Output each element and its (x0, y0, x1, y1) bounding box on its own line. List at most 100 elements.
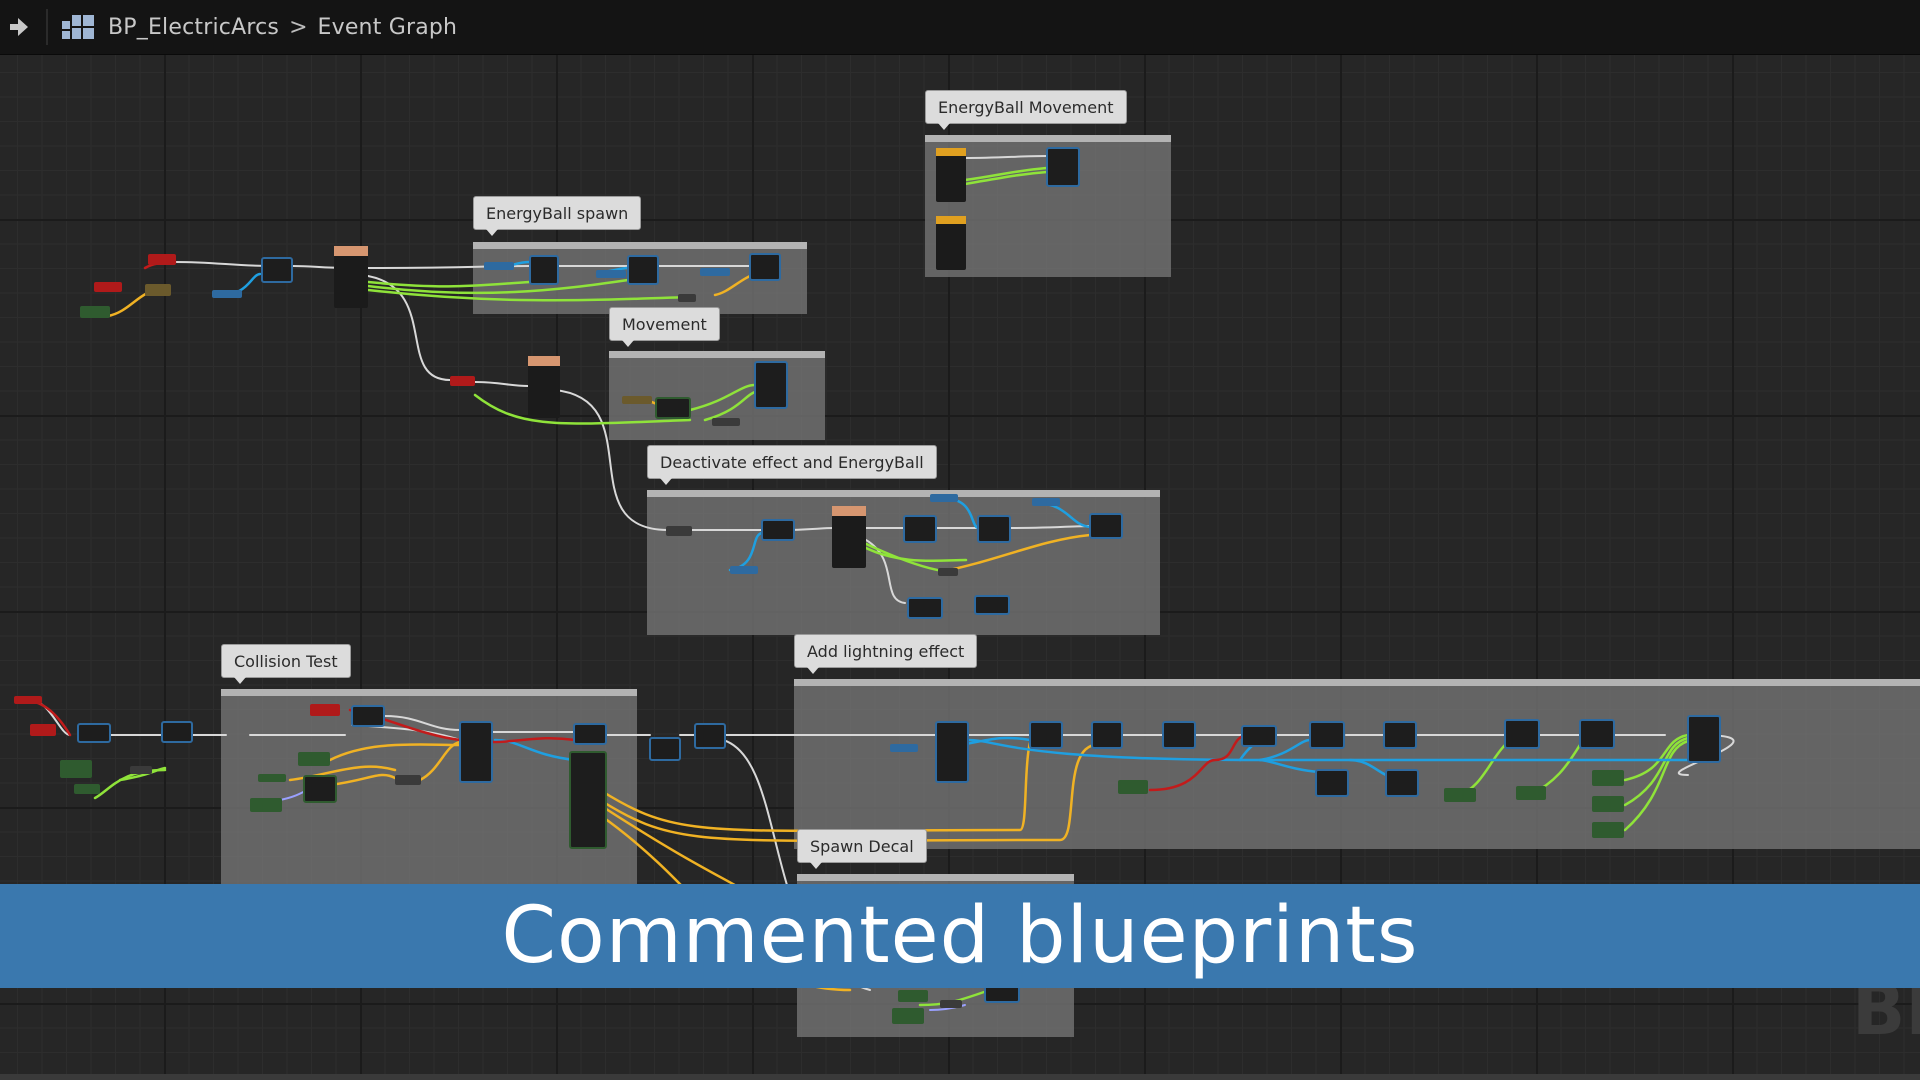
function-node[interactable] (649, 737, 681, 761)
function-node[interactable] (77, 723, 111, 743)
function-node[interactable] (573, 723, 607, 745)
variable-node[interactable] (1516, 786, 1546, 800)
variable-node[interactable] (1032, 498, 1060, 506)
function-node[interactable] (1579, 719, 1615, 749)
variable-node[interactable] (258, 774, 286, 782)
spawn-node-header[interactable] (528, 356, 560, 366)
green-wire (1623, 739, 1690, 832)
function-node[interactable] (907, 597, 943, 619)
function-node[interactable] (903, 515, 937, 543)
variable-node[interactable] (145, 284, 171, 296)
reroute-node[interactable] (666, 526, 692, 536)
comment-title-collision-test[interactable]: Collision Test (221, 644, 351, 684)
yellow-wire (328, 743, 462, 762)
comment-title-add-lightning[interactable]: Add lightning effect (794, 634, 978, 674)
function-node[interactable] (303, 775, 337, 803)
event-node-header[interactable] (936, 216, 966, 224)
function-node[interactable] (1089, 513, 1123, 539)
function-node[interactable] (1241, 725, 1277, 747)
variable-node[interactable] (730, 566, 758, 574)
function-node[interactable] (761, 519, 795, 541)
function-node[interactable] (627, 255, 659, 285)
reroute-node[interactable] (938, 568, 958, 576)
function-node[interactable] (977, 515, 1011, 543)
exec-wire (964, 155, 1048, 159)
function-node[interactable] (694, 723, 726, 749)
function-node[interactable] (1383, 721, 1417, 749)
toolbar-divider (46, 9, 48, 45)
variable-node[interactable] (74, 784, 100, 794)
reroute-node[interactable] (130, 766, 152, 774)
function-node[interactable] (1162, 721, 1196, 749)
function-node[interactable] (935, 721, 969, 783)
green-wire (93, 768, 167, 800)
comment-title-deactivate[interactable]: Deactivate effect and EnergyBall (647, 445, 937, 485)
variable-node[interactable] (1592, 822, 1624, 838)
reroute-node[interactable] (678, 294, 696, 302)
event-node-header[interactable] (936, 148, 966, 156)
comment-title-movement[interactable]: Movement (609, 307, 720, 347)
chevron-right-icon: > (289, 14, 308, 40)
variable-node[interactable] (1592, 770, 1624, 786)
comment-title-energyball-spawn[interactable]: EnergyBall spawn (473, 196, 642, 236)
green-wire (366, 278, 630, 295)
function-node[interactable] (749, 253, 781, 281)
variable-node[interactable] (1444, 788, 1476, 802)
reroute-node[interactable] (940, 1000, 962, 1008)
event-node[interactable] (936, 216, 966, 270)
breadcrumb-blueprint[interactable]: BP_ElectricArcs (108, 15, 279, 40)
blue-wire (943, 496, 980, 530)
event-node[interactable] (14, 696, 42, 704)
comment-title-energyball-movement[interactable]: EnergyBall Movement (925, 90, 1127, 130)
variable-node[interactable] (298, 752, 330, 766)
function-node[interactable] (1091, 721, 1123, 749)
breadcrumb-graph[interactable]: Event Graph (318, 15, 458, 40)
function-node[interactable] (1029, 721, 1063, 749)
event-node[interactable] (936, 148, 966, 202)
function-node[interactable] (974, 595, 1010, 615)
event-node[interactable] (450, 376, 475, 386)
comment-title-spawn-decal[interactable]: Spawn Decal (797, 829, 927, 869)
function-node[interactable] (569, 751, 607, 849)
blue-wire (493, 738, 577, 762)
event-node[interactable] (310, 704, 340, 716)
reroute-node[interactable] (712, 418, 740, 426)
function-node[interactable] (161, 721, 193, 743)
function-node[interactable] (459, 721, 493, 783)
spawn-node-header[interactable] (832, 506, 866, 516)
variable-node[interactable] (892, 1008, 924, 1024)
reroute-node[interactable] (395, 775, 421, 785)
function-node[interactable] (1309, 721, 1345, 749)
arrow-right-icon[interactable] (0, 0, 36, 54)
variable-node[interactable] (890, 744, 918, 752)
function-node[interactable] (529, 255, 559, 285)
function-node[interactable] (261, 257, 293, 283)
variable-node[interactable] (212, 290, 242, 298)
function-node[interactable] (1046, 147, 1080, 187)
function-node[interactable] (351, 705, 385, 727)
function-node[interactable] (1315, 769, 1349, 797)
function-node[interactable] (1687, 715, 1721, 763)
variable-node[interactable] (484, 262, 514, 270)
event-node[interactable] (30, 724, 56, 736)
variable-node[interactable] (930, 494, 958, 502)
variable-node[interactable] (1118, 780, 1148, 794)
function-node[interactable] (1385, 769, 1419, 797)
variable-node[interactable] (596, 270, 626, 278)
variable-node[interactable] (94, 282, 122, 292)
yellow-wire (418, 740, 462, 782)
yellow-wire (328, 773, 397, 787)
variable-node[interactable] (622, 396, 652, 404)
variable-node[interactable] (700, 268, 730, 276)
variable-node[interactable] (898, 990, 928, 1002)
function-node[interactable] (1504, 719, 1540, 749)
blue-wire (728, 531, 764, 572)
variable-node[interactable] (80, 306, 110, 318)
event-node[interactable] (148, 254, 176, 265)
spawn-node-header[interactable] (334, 246, 368, 256)
variable-node[interactable] (250, 798, 282, 812)
variable-node[interactable] (1592, 796, 1624, 812)
function-node[interactable] (754, 361, 788, 409)
variable-node[interactable] (60, 760, 92, 778)
function-node[interactable] (655, 397, 691, 419)
